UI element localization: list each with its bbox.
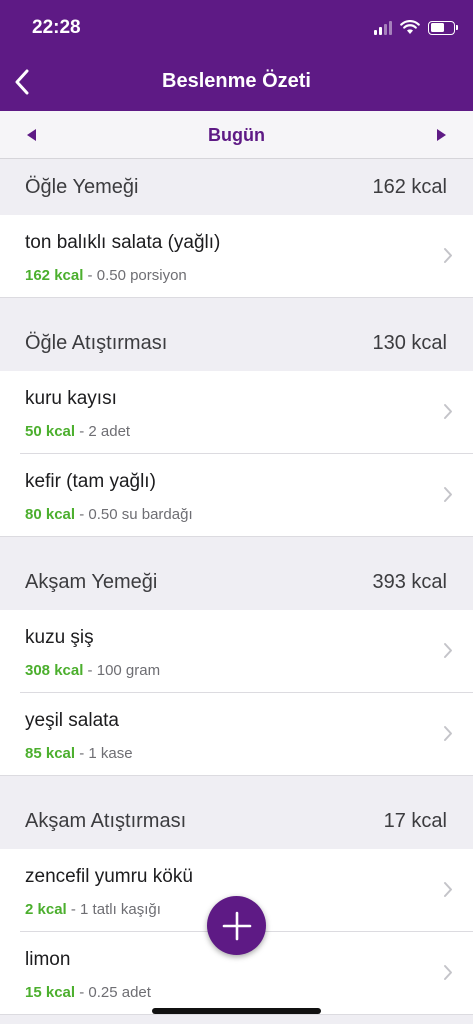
food-name: kefir (tam yağlı) <box>25 471 156 492</box>
status-icons <box>374 20 458 35</box>
food-meta: 162 kcal - 0.50 porsiyon <box>25 267 187 284</box>
food-meta: 15 kcal - 0.25 adet <box>25 984 151 1001</box>
section-total: 393 kcal <box>372 571 448 593</box>
food-item[interactable]: kuzu şiş 308 kcal - 100 gram <box>0 610 473 693</box>
food-meta: 80 kcal - 0.50 su bardağı <box>25 506 193 523</box>
food-name: zencefil yumru kökü <box>25 866 193 887</box>
food-portion: - 2 adet <box>75 423 131 440</box>
food-portion: - 100 gram <box>83 662 161 679</box>
section-header: Akşam Yemeği 393 kcal <box>0 555 473 610</box>
chevron-right-icon <box>444 882 452 897</box>
date-selector: Bugün <box>0 111 473 159</box>
home-indicator[interactable] <box>152 1008 321 1014</box>
wifi-icon <box>400 20 420 34</box>
food-meta: 308 kcal - 100 gram <box>25 662 160 679</box>
food-meta: 2 kcal - 1 tatlı kaşığı <box>25 901 161 918</box>
date-label[interactable]: Bugün <box>0 125 473 146</box>
food-name: kuru kayısı <box>25 388 117 409</box>
food-name: yeşil salata <box>25 710 119 731</box>
food-kcal: 15 kcal <box>25 984 76 1001</box>
section-total: 17 kcal <box>383 810 447 832</box>
food-item[interactable]: yeşil salata 85 kcal - 1 kase <box>0 693 473 776</box>
food-meta: 85 kcal - 1 kase <box>25 745 133 762</box>
page-title: Beslenme Özeti <box>162 70 311 92</box>
food-name: limon <box>25 949 71 970</box>
chevron-right-icon <box>444 726 452 741</box>
chevron-right-icon <box>444 248 452 263</box>
add-food-button[interactable] <box>207 896 266 955</box>
next-day-button[interactable] <box>421 111 461 159</box>
meal-list: Öğle Yemeği 162 kcal ton balıklı salata … <box>0 160 473 1015</box>
chevron-right-icon <box>444 404 452 419</box>
food-meta: 50 kcal - 2 adet <box>25 423 130 440</box>
food-kcal: 85 kcal <box>25 745 76 762</box>
food-kcal: 2 kcal <box>25 901 67 918</box>
food-name: ton balıklı salata (yağlı) <box>25 232 221 253</box>
chevron-right-icon <box>444 643 452 658</box>
section-title: Öğle Yemeği <box>25 176 139 198</box>
food-name: kuzu şiş <box>25 627 94 648</box>
triangle-right-icon <box>437 129 446 141</box>
food-portion: - 1 kase <box>75 745 133 762</box>
chevron-right-icon <box>444 487 452 502</box>
section-header: Öğle Atıştırması 130 kcal <box>0 316 473 371</box>
food-portion: - 0.25 adet <box>75 984 151 1001</box>
section-title: Akşam Atıştırması <box>25 810 187 832</box>
food-portion: - 0.50 su bardağı <box>75 506 193 523</box>
food-item[interactable]: kuru kayısı 50 kcal - 2 adet <box>0 371 473 454</box>
food-kcal: 50 kcal <box>25 423 76 440</box>
status-time: 22:28 <box>32 17 81 38</box>
plus-icon <box>222 911 251 940</box>
section-header: Öğle Yemeği 162 kcal <box>0 160 473 215</box>
food-portion: - 0.50 porsiyon <box>83 267 187 284</box>
section-title: Öğle Atıştırması <box>25 332 168 354</box>
cellular-signal-icon <box>374 20 392 35</box>
nav-bar: 22:28 Beslenme Özeti <box>0 0 473 111</box>
food-kcal: 80 kcal <box>25 506 76 523</box>
food-kcal: 308 kcal <box>25 662 84 679</box>
section-total: 130 kcal <box>372 332 448 354</box>
section-title: Akşam Yemeği <box>25 571 158 593</box>
food-portion: - 1 tatlı kaşığı <box>66 901 161 918</box>
section-total: 162 kcal <box>372 176 448 198</box>
section-header: Akşam Atıştırması 17 kcal <box>0 794 473 849</box>
food-item[interactable]: kefir (tam yağlı) 80 kcal - 0.50 su bard… <box>0 454 473 537</box>
battery-icon <box>428 20 458 35</box>
chevron-right-icon <box>444 965 452 980</box>
food-item[interactable]: ton balıklı salata (yağlı) 162 kcal - 0.… <box>0 215 473 298</box>
food-kcal: 162 kcal <box>25 267 84 284</box>
